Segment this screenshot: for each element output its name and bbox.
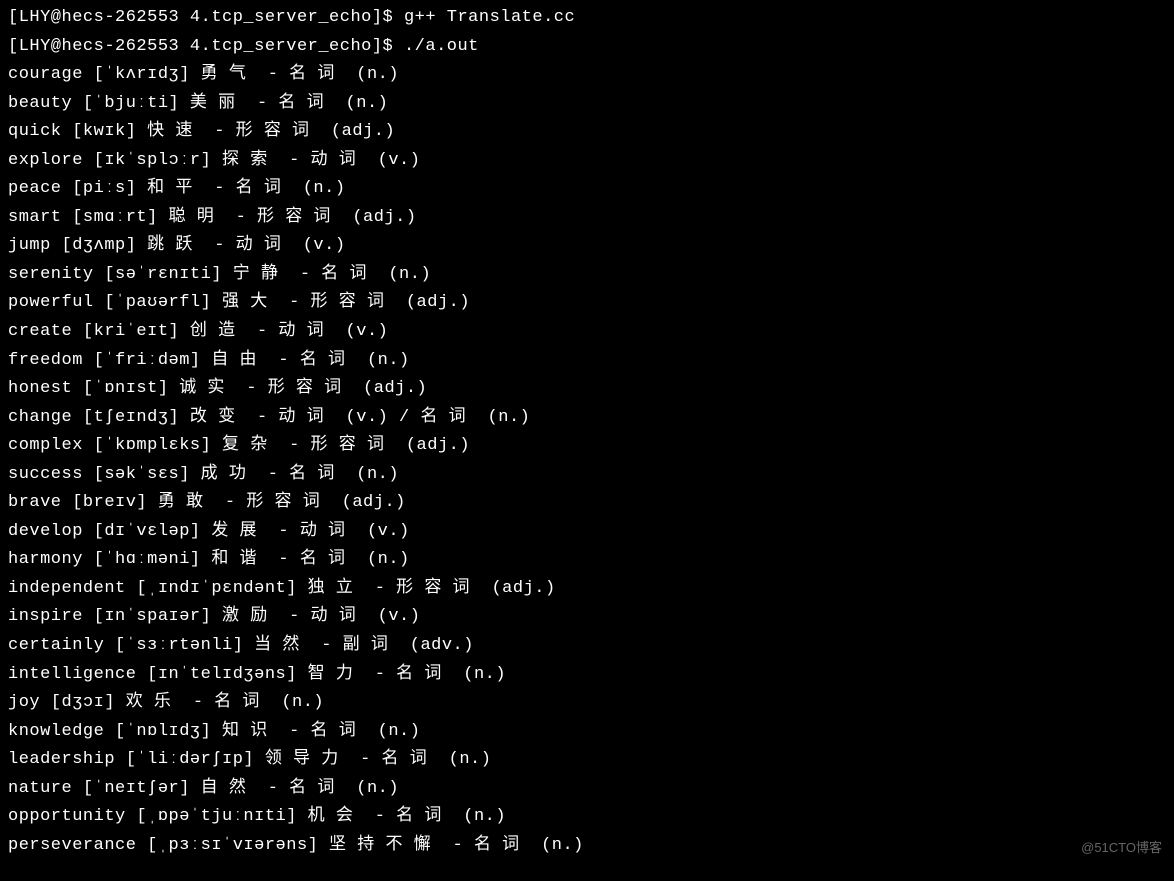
- output-line: complex [ˈkɒmplɛks] 复 杂 - 形 容 词 (adj.): [8, 432, 1166, 461]
- output-line: certainly [ˈsɜːrtənli] 当 然 - 副 词 (adv.): [8, 632, 1166, 661]
- output-line: intelligence [ɪnˈtelɪdʒəns] 智 力 - 名 词 (n…: [8, 661, 1166, 690]
- watermark: @51CTO博客: [1081, 837, 1162, 859]
- output-line: create [kriˈeɪt] 创 造 - 动 词 (v.): [8, 318, 1166, 347]
- output-line: brave [breɪv] 勇 敢 - 形 容 词 (adj.): [8, 489, 1166, 518]
- output-line: smart [smɑːrt] 聪 明 - 形 容 词 (adj.): [8, 204, 1166, 233]
- output-line: change [tʃeɪndʒ] 改 变 - 动 词 (v.) / 名 词 (n…: [8, 404, 1166, 433]
- prompt-line: [LHY@hecs-262553 4.tcp_server_echo]$ g++…: [8, 4, 1166, 33]
- output-line: powerful [ˈpaʊərfl] 强 大 - 形 容 词 (adj.): [8, 289, 1166, 318]
- output-line: knowledge [ˈnɒlɪdʒ] 知 识 - 名 词 (n.): [8, 718, 1166, 747]
- output-line: perseverance [ˌpɜːsɪˈvɪərəns] 坚 持 不 懈 - …: [8, 832, 1166, 861]
- output-line: independent [ˌɪndɪˈpɛndənt] 独 立 - 形 容 词 …: [8, 575, 1166, 604]
- output-line: harmony [ˈhɑːməni] 和 谐 - 名 词 (n.): [8, 546, 1166, 575]
- output-line: serenity [səˈrɛnɪti] 宁 静 - 名 词 (n.): [8, 261, 1166, 290]
- output-line: freedom [ˈfriːdəm] 自 由 - 名 词 (n.): [8, 347, 1166, 376]
- output-line: develop [dɪˈvɛləp] 发 展 - 动 词 (v.): [8, 518, 1166, 547]
- output-line: inspire [ɪnˈspaɪər] 激 励 - 动 词 (v.): [8, 603, 1166, 632]
- output-line: leadership [ˈliːdərʃɪp] 领 导 力 - 名 词 (n.): [8, 746, 1166, 775]
- output-line: opportunity [ˌɒpəˈtjuːnɪti] 机 会 - 名 词 (n…: [8, 803, 1166, 832]
- output-line: nature [ˈneɪtʃər] 自 然 - 名 词 (n.): [8, 775, 1166, 804]
- output-line: explore [ɪkˈsplɔːr] 探 索 - 动 词 (v.): [8, 147, 1166, 176]
- output-line: jump [dʒʌmp] 跳 跃 - 动 词 (v.): [8, 232, 1166, 261]
- output-line: quick [kwɪk] 快 速 - 形 容 词 (adj.): [8, 118, 1166, 147]
- output-line: courage [ˈkʌrɪdʒ] 勇 气 - 名 词 (n.): [8, 61, 1166, 90]
- output-line: joy [dʒɔɪ] 欢 乐 - 名 词 (n.): [8, 689, 1166, 718]
- output-line: peace [piːs] 和 平 - 名 词 (n.): [8, 175, 1166, 204]
- terminal-output[interactable]: [LHY@hecs-262553 4.tcp_server_echo]$ g++…: [8, 4, 1166, 860]
- prompt-line: [LHY@hecs-262553 4.tcp_server_echo]$ ./a…: [8, 33, 1166, 62]
- output-line: success [səkˈsɛs] 成 功 - 名 词 (n.): [8, 461, 1166, 490]
- output-line: beauty [ˈbjuːti] 美 丽 - 名 词 (n.): [8, 90, 1166, 119]
- output-line: honest [ˈɒnɪst] 诚 实 - 形 容 词 (adj.): [8, 375, 1166, 404]
